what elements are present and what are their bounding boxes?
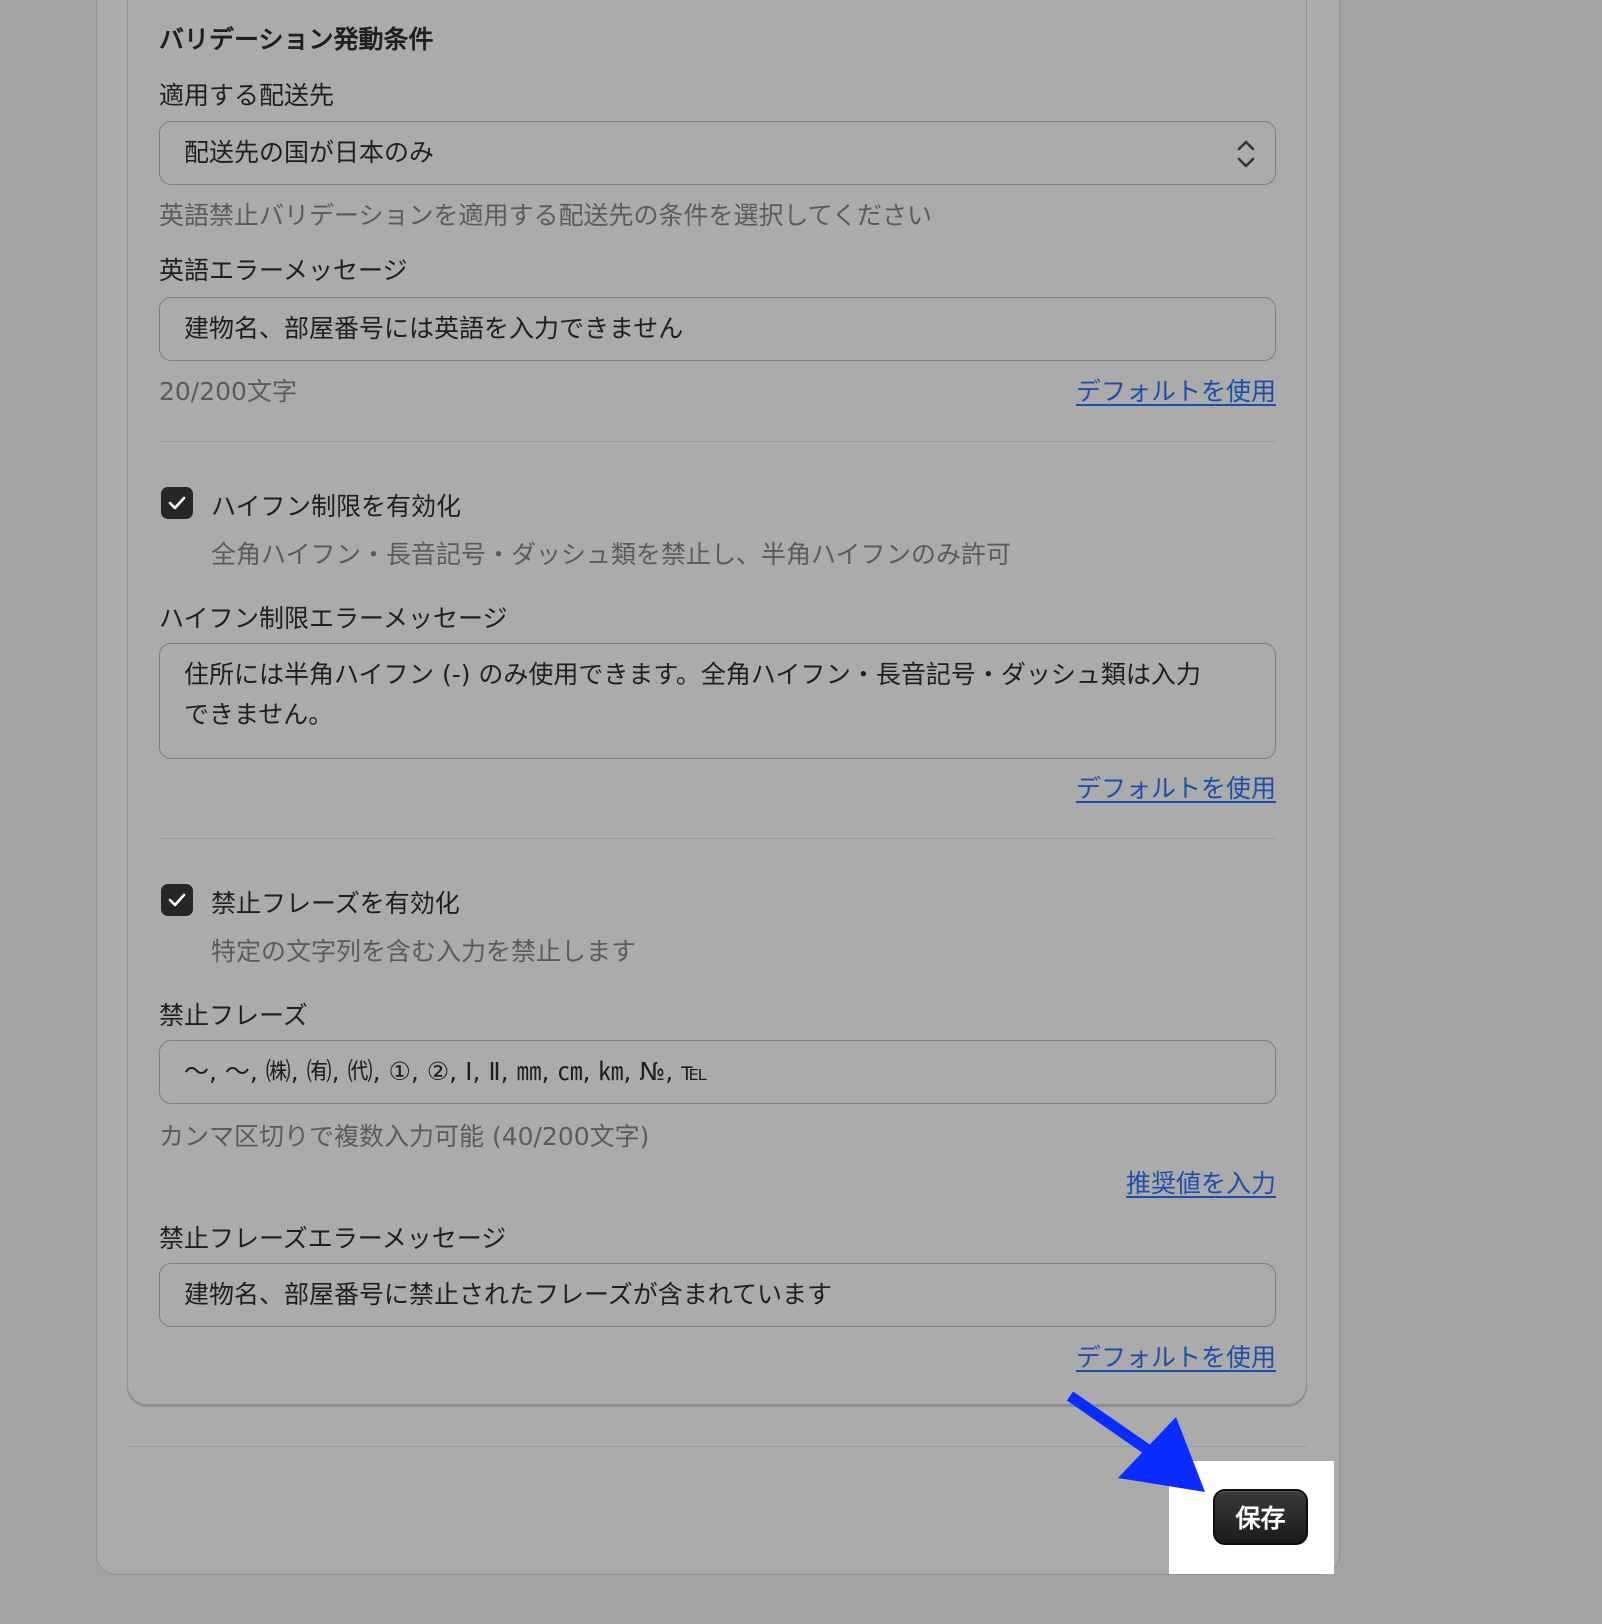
page: バリデーション発動条件 適用する配送先 配送先の国が日本のみ 英語禁止バリデーシ… [0,0,1602,1624]
phrases-label: 禁止フレーズ [159,1001,308,1030]
checkmark-icon [168,893,186,907]
destination-label: 適用する配送先 [159,81,335,110]
hyphen-checkbox-help: 全角ハイフン・長音記号・ダッシュ類を禁止し、半角ハイフンのみ許可 [211,540,1012,569]
english-error-label: 英語エラーメッセージ [159,256,408,285]
phrases-recommended-link[interactable]: 推奨値を入力 [1000,1164,1276,1200]
phrases-error-label: 禁止フレーズエラーメッセージ [159,1224,507,1253]
phrases-checkbox-label: 禁止フレーズを有効化 [211,889,460,918]
phrases-checkbox-help: 特定の文字列を含む入力を禁止します [211,937,637,966]
english-error-count: 20/200文字 [159,377,297,406]
checkmark-icon [168,496,186,510]
save-button-label: 保存 [1235,1504,1286,1533]
save-button[interactable]: 保存 [1213,1489,1308,1545]
hyphen-error-line-1: 住所には半角ハイフン (-) のみ使用できます。全角ハイフン・長音記号・ダッシュ… [184,660,1201,689]
destination-select-value: 配送先の国が日本のみ [184,138,435,167]
phrases-help: カンマ区切りで複数入力可能 (40/200文字) [159,1122,650,1151]
section-divider [159,441,1276,442]
phrases-use-default-link[interactable]: デフォルトを使用 [1000,1338,1276,1374]
phrases-error-value: 建物名、部屋番号に禁止されたフレーズが含まれています [184,1280,833,1309]
section-divider [159,838,1276,839]
hyphen-checkbox[interactable] [161,487,193,519]
phrases-value: 〜, ～, ㈱, ㈲, ㈹, ①, ②, Ⅰ, Ⅱ, ㎜, ㎝, ㎞, №, ℡ [184,1057,708,1086]
hyphen-error-label: ハイフン制限エラーメッセージ [159,604,508,633]
hyphen-error-line-2: できません。 [184,700,334,729]
section-title: バリデーション発動条件 [159,25,434,54]
english-error-input[interactable]: 建物名、部屋番号には英語を入力できません [159,297,1276,361]
hyphen-checkbox-label: ハイフン制限を有効化 [211,492,462,521]
hyphen-error-textarea[interactable]: 住所には半角ハイフン (-) のみ使用できます。全角ハイフン・長音記号・ダッシュ… [159,643,1276,759]
destination-help: 英語禁止バリデーションを適用する配送先の条件を選択してください [159,201,933,230]
annotation-arrow-icon [1066,1391,1205,1492]
english-error-use-default-link[interactable]: デフォルトを使用 [1000,372,1276,408]
phrases-checkbox[interactable] [161,884,193,916]
phrases-input[interactable]: 〜, ～, ㈱, ㈲, ㈹, ①, ②, Ⅰ, Ⅱ, ㎜, ㎝, ㎞, №, ℡ [159,1040,1276,1104]
english-error-value: 建物名、部屋番号には英語を入力できません [184,314,684,343]
select-arrows-icon [1237,140,1255,168]
hyphen-use-default-link[interactable]: デフォルトを使用 [1000,769,1276,805]
destination-select[interactable]: 配送先の国が日本のみ [159,121,1276,185]
phrases-error-input[interactable]: 建物名、部屋番号に禁止されたフレーズが含まれています [159,1263,1276,1327]
